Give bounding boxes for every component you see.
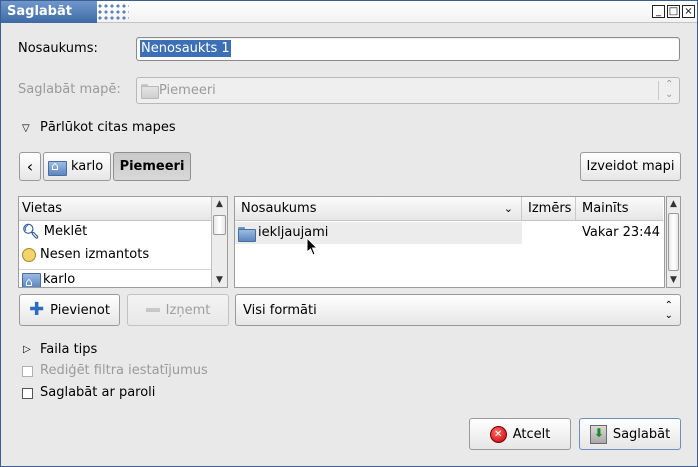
crumb-label: karlo: [71, 159, 104, 174]
scroll-up-icon[interactable]: ▲: [212, 197, 227, 211]
places-item-label: Nesen izmantots: [40, 247, 150, 262]
minimize-button[interactable]: _: [652, 5, 665, 18]
clock-icon: [22, 248, 36, 262]
files-pane: Nosaukums ⌄ Izmērs Mainīts iekljaujami V…: [234, 196, 665, 288]
folder-combo-value: Piemeeri: [159, 83, 216, 98]
edit-filter-checkbox[interactable]: [22, 366, 33, 377]
filter-value: Visi formāti: [243, 302, 317, 318]
places-item-label: Meklēt: [43, 224, 88, 239]
column-name[interactable]: Nosaukums ⌄: [235, 197, 522, 221]
add-place-button[interactable]: ✚ Pievienot: [19, 294, 120, 326]
updown-icon: ⌃ ⌄: [665, 79, 674, 100]
save-password-label: Saglabāt ar paroli: [40, 385, 156, 400]
folder-icon: [238, 226, 256, 242]
places-scrollbar[interactable]: ▲ ▼: [211, 197, 227, 287]
mouse-cursor-icon: [306, 237, 318, 256]
folder-icon: [141, 84, 159, 99]
places-separator: [19, 269, 211, 270]
title-bar[interactable]: Saglabāt _ □ ×: [1, 1, 697, 23]
save-button[interactable]: ⬇ Saglabāt: [579, 418, 681, 450]
filter-combo[interactable]: Visi formāti ⌃ ⌄: [235, 294, 681, 326]
remove-place-label: Izņemt: [165, 302, 211, 318]
filename-value: Nenosaukts 1: [140, 40, 231, 57]
crumb-label: Piemeeri: [119, 159, 185, 174]
cancel-button[interactable]: ✕ Atcelt: [469, 418, 571, 450]
column-name-label: Nosaukums: [241, 201, 317, 216]
file-type-toggle[interactable]: Faila tips: [40, 342, 97, 357]
window-title: Saglabāt: [1, 1, 97, 23]
filename-input[interactable]: Nenosaukts 1: [136, 37, 680, 61]
file-modified: Vakar 23:44: [582, 225, 661, 240]
plus-icon: ✚: [29, 299, 45, 320]
save-icon: ⬇: [589, 424, 607, 444]
title-decoration: [97, 3, 129, 21]
files-header: Nosaukums ⌄ Izmērs Mainīts: [235, 197, 663, 221]
column-size[interactable]: Izmērs: [522, 197, 576, 221]
folder-label: Saglabāt mapē:: [18, 82, 121, 97]
crumb-karlo[interactable]: karlo: [43, 152, 111, 181]
name-label: Nosaukums:: [18, 41, 98, 56]
crumb-piemeeri[interactable]: Piemeeri: [113, 152, 191, 181]
scroll-down-icon[interactable]: ▼: [667, 273, 680, 287]
expander-closed-icon[interactable]: ▷: [23, 344, 31, 355]
save-password-checkbox[interactable]: [22, 388, 33, 399]
sort-chevron-down-icon: ⌄: [503, 202, 513, 215]
remove-place-button[interactable]: Izņemt: [127, 294, 229, 326]
pane-divider[interactable]: [229, 196, 233, 288]
places-header[interactable]: Vietas: [19, 197, 211, 221]
scroll-thumb[interactable]: [213, 215, 226, 235]
path-back-button[interactable]: ‹: [19, 152, 41, 181]
places-item-recent[interactable]: Nesen izmantots: [22, 244, 149, 266]
scroll-thumb[interactable]: [668, 213, 679, 271]
file-row[interactable]: iekljaujami: [235, 222, 522, 244]
places-header-label: Vietas: [22, 201, 63, 216]
save-label: Saglabāt: [612, 426, 671, 442]
files-scrollbar[interactable]: ▲ ▼: [666, 196, 681, 288]
browse-folders-toggle[interactable]: Pārlūkot citas mapes: [40, 120, 176, 135]
cancel-icon: ✕: [489, 425, 507, 443]
chevron-left-icon: ‹: [26, 157, 34, 176]
save-dialog: Saglabāt _ □ × Nosaukums: Nenosaukts 1 S…: [0, 0, 698, 467]
search-icon: 🔍︎: [22, 224, 40, 240]
cancel-label: Atcelt: [512, 426, 551, 442]
add-place-label: Pievienot: [50, 302, 110, 318]
folder-combo[interactable]: Piemeeri ⌃ ⌄: [136, 77, 680, 104]
scroll-down-icon[interactable]: ▼: [212, 273, 227, 287]
expander-open-icon[interactable]: ▽: [22, 123, 30, 134]
places-item-label: karlo: [43, 272, 76, 287]
updown-icon: ⌃ ⌄: [664, 300, 673, 321]
minus-icon: [145, 308, 160, 312]
maximize-button[interactable]: □: [667, 5, 680, 18]
places-item-search[interactable]: 🔍︎ Meklēt: [22, 221, 87, 243]
close-button[interactable]: ×: [682, 5, 695, 18]
create-folder-button[interactable]: Izveidot mapi: [580, 152, 681, 181]
home-folder-icon: [48, 159, 67, 176]
home-folder-icon: [22, 271, 41, 287]
combo-separator: [658, 81, 659, 100]
scroll-up-icon[interactable]: ▲: [667, 197, 680, 211]
edit-filter-label: Rediģēt filtra iestatījumus: [40, 363, 208, 378]
places-pane: Vietas 🔍︎ Meklēt Nesen izmantots karlo ▲…: [18, 196, 228, 288]
create-folder-label: Izveidot mapi: [586, 159, 675, 174]
column-modified[interactable]: Mainīts: [576, 197, 663, 221]
places-item-home[interactable]: karlo: [22, 271, 75, 287]
